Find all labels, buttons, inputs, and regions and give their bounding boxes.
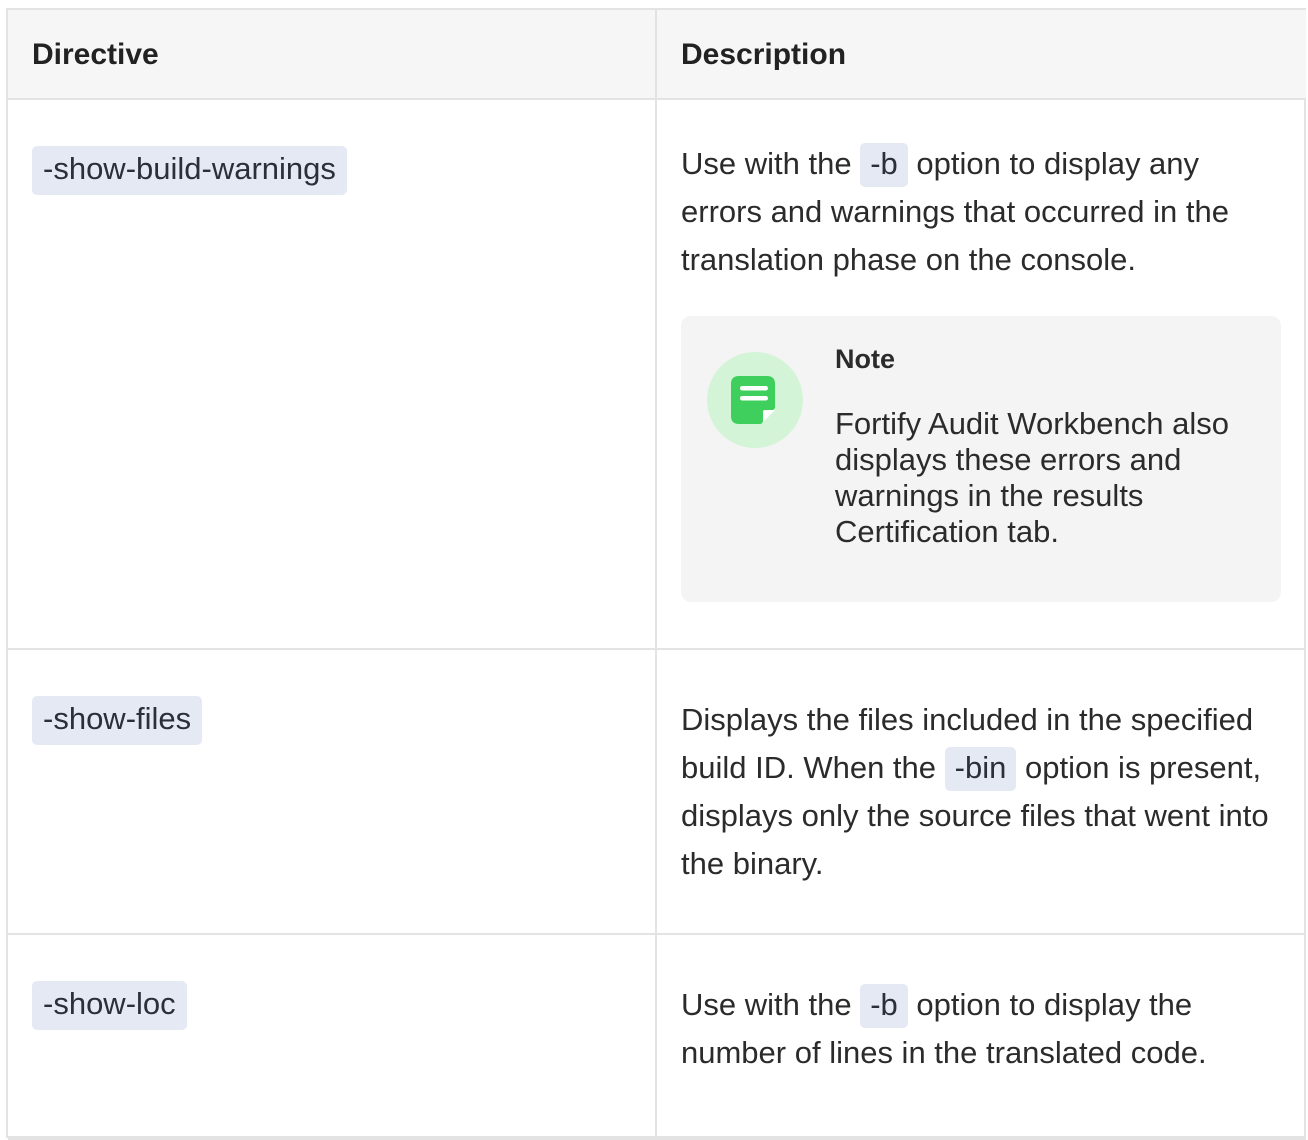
description-text: Displays the files included in the speci…: [681, 696, 1281, 888]
note-icon: [707, 352, 803, 448]
header-directive: Directive: [8, 10, 657, 100]
table-row-description: Use with the -b option to display any er…: [657, 100, 1306, 650]
directive-code: -show-loc: [32, 981, 187, 1030]
directive-code: -show-files: [32, 696, 203, 745]
header-description-label: Description: [681, 38, 847, 71]
description-text: Use with the -b option to display any er…: [681, 140, 1281, 284]
description-text-part: Use with the: [681, 146, 852, 181]
note-title: Note: [835, 344, 895, 374]
table-row-directive: -show-build-warnings: [8, 100, 657, 650]
note-body: Fortify Audit Workbench also displays th…: [835, 406, 1229, 549]
description-text-part: Use with the: [681, 987, 852, 1022]
header-description: Description: [657, 10, 1306, 100]
directive-code: -show-build-warnings: [32, 146, 347, 195]
header-directive-label: Directive: [32, 38, 159, 71]
table-row-description: Use with the -b option to display the nu…: [657, 935, 1306, 1140]
table-row-description: Displays the files included in the speci…: [657, 650, 1306, 935]
table-row-directive: -show-files: [8, 650, 657, 935]
note-callout: Note Fortify Audit Workbench also displa…: [681, 316, 1281, 602]
directives-table: Directive Description -show-build-warnin…: [6, 8, 1306, 1140]
inline-code: -b: [860, 984, 908, 1029]
inline-code: -bin: [944, 747, 1017, 792]
table-row-directive: -show-loc: [8, 935, 657, 1140]
description-text: Use with the -b option to display the nu…: [681, 981, 1281, 1077]
inline-code: -b: [860, 143, 908, 188]
